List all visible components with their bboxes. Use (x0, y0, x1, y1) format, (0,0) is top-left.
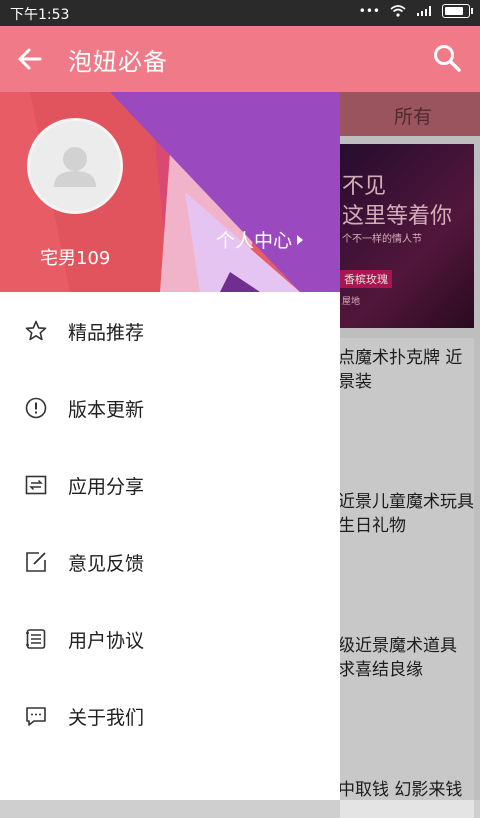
page-title: 泡妞必备 (68, 48, 168, 76)
default-user-icon (54, 147, 96, 187)
drawer-header: 宅男109 个人中心 (0, 92, 340, 292)
signal-icon (417, 6, 431, 16)
menu-item-label: 应用分享 (68, 476, 145, 498)
menu-item-label: 意见反馈 (68, 553, 145, 575)
menu-item-recommended[interactable]: 精品推荐 (0, 292, 340, 369)
menu-item-label: 精品推荐 (68, 322, 145, 344)
chat-icon (26, 707, 46, 726)
search-icon[interactable] (432, 43, 462, 73)
navigation-drawer: 宅男109 个人中心 精品推荐 版本更新 应用分享 意见反馈 用户协议 关于我们 (0, 92, 340, 800)
back-arrow-icon[interactable] (14, 43, 46, 75)
menu-item-about-us[interactable]: 关于我们 (0, 677, 340, 754)
menu-item-label: 版本更新 (68, 399, 145, 421)
share-icon (25, 475, 47, 495)
app-bar: 泡妞必备 (0, 26, 480, 92)
star-icon (25, 320, 47, 341)
wifi-icon (390, 5, 406, 17)
menu-item-label: 用户协议 (68, 630, 145, 652)
info-icon (25, 397, 47, 419)
menu-item-version-update[interactable]: 版本更新 (0, 369, 340, 446)
menu-item-feedback[interactable]: 意见反馈 (0, 523, 340, 600)
document-icon (26, 629, 46, 649)
battery-icon (442, 4, 473, 18)
profile-center-label: 个人中心 (216, 230, 293, 252)
username: 宅男109 (40, 248, 111, 269)
dots-icon: ••• (358, 4, 380, 18)
avatar[interactable] (27, 118, 123, 214)
menu-item-share-app[interactable]: 应用分享 (0, 446, 340, 523)
status-time: 下午1:53 (10, 7, 70, 23)
edit-icon (26, 552, 46, 572)
chevron-right-icon (297, 234, 304, 245)
status-bar: 下午1:53 ••• (0, 0, 480, 26)
profile-center-link[interactable]: 个人中心 (216, 226, 304, 253)
menu-item-user-agreement[interactable]: 用户协议 (0, 600, 340, 677)
menu-item-label: 关于我们 (68, 707, 145, 729)
drawer-menu: 精品推荐 版本更新 应用分享 意见反馈 用户协议 关于我们 (0, 292, 340, 754)
status-icons: ••• (358, 4, 473, 18)
